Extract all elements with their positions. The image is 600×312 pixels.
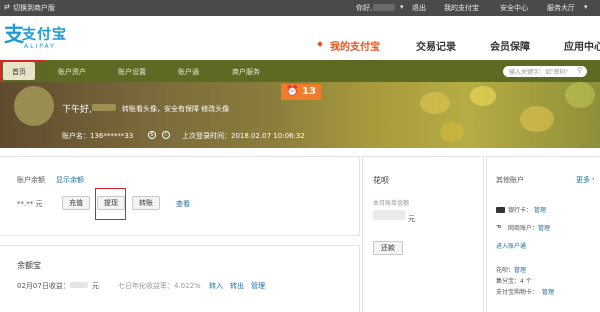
balance-panel bbox=[0, 156, 360, 236]
nav-my-alipay[interactable]: 我的支付宝 bbox=[330, 38, 380, 53]
shield-icon[interactable]: $ bbox=[148, 131, 156, 139]
view-link[interactable]: 查看 bbox=[176, 199, 190, 209]
yuebao-panel bbox=[0, 245, 360, 312]
repay-button[interactable]: 还款 bbox=[373, 241, 403, 255]
logout-link[interactable]: 退出 bbox=[412, 3, 426, 13]
huabei-unit: 元 bbox=[408, 215, 415, 223]
transfer-in-link[interactable]: 转入 bbox=[209, 281, 223, 291]
chevron-right-icon[interactable]: › bbox=[592, 175, 595, 183]
enter-account-link[interactable]: 进入账户通 bbox=[496, 241, 526, 250]
nav-member-protection[interactable]: 会员保障 bbox=[490, 38, 530, 53]
active-indicator-icon bbox=[317, 41, 323, 47]
tab-account-settings[interactable]: 账户设置 bbox=[118, 67, 146, 77]
yuebao-income-unit: 元 bbox=[92, 282, 99, 290]
avatar-tip[interactable]: 转账看头像，安全有保障 修改头像 bbox=[122, 104, 229, 114]
bank-card-icon bbox=[496, 207, 505, 213]
flower-decoration bbox=[440, 122, 464, 142]
search-input[interactable]: 输入关键字：如"密码" bbox=[503, 66, 587, 77]
netbank-icon: ᓀ bbox=[496, 223, 502, 230]
username-blurred bbox=[373, 4, 395, 11]
huabei-label: 花呗： bbox=[496, 267, 515, 274]
logo-text: 支付宝 bbox=[22, 27, 67, 43]
balance-title: 账户余额 bbox=[17, 176, 45, 184]
more-link[interactable]: 更多 bbox=[576, 175, 590, 185]
flower-decoration bbox=[470, 86, 496, 106]
show-balance-link[interactable]: 显示余额 bbox=[56, 175, 84, 185]
dropdown-icon[interactable]: ▾ bbox=[400, 3, 404, 11]
transfer-button[interactable]: 转账 bbox=[132, 196, 160, 210]
greeting-text: 你好, bbox=[356, 4, 373, 12]
alipay-logo-icon: 支 bbox=[4, 22, 24, 46]
huabei-bill-label: 本月账单金额 bbox=[373, 200, 410, 207]
gift-card-label: 支付宝购物卡： bbox=[496, 289, 539, 296]
huabei-manage-link[interactable]: 管理 bbox=[514, 265, 526, 274]
alarm-icon: ⏰ bbox=[286, 86, 299, 97]
nav-transactions[interactable]: 交易记录 bbox=[416, 38, 456, 53]
bill-amount-blurred bbox=[373, 210, 405, 220]
switch-icon: ⇄ bbox=[4, 3, 10, 11]
other-accounts-title: 其他账户 bbox=[496, 176, 524, 184]
yuebao-manage-link[interactable]: 管理 bbox=[251, 281, 265, 291]
transfer-out-link[interactable]: 转出 bbox=[230, 281, 244, 291]
account-name: 账户名：136******33 bbox=[62, 132, 134, 140]
bank-card-manage-link[interactable]: 管理 bbox=[534, 205, 546, 214]
netbank-manage-link[interactable]: 管理 bbox=[538, 223, 550, 232]
top-bar: ⇄ 切换到商户版 你好, ▾ 退出 我的支付宝 安全中心 服务大厅 ▾ bbox=[0, 0, 600, 16]
nav-app-center[interactable]: 应用中心 bbox=[564, 38, 600, 53]
yuebao-rate: 七日年化收益率：4.022% bbox=[118, 282, 201, 290]
security-center-link[interactable]: 安全中心 bbox=[500, 3, 528, 13]
id-icon[interactable]: i bbox=[162, 131, 170, 139]
nickname-blurred bbox=[92, 104, 116, 111]
afternoon-greeting: 下午好, bbox=[62, 105, 92, 115]
income-blurred bbox=[70, 282, 88, 288]
flower-decoration bbox=[565, 82, 595, 108]
last-login-time: 上次登录时间：2018.02.07 10:06:32 bbox=[182, 132, 305, 140]
yuebao-income-label: 02月07日收益： bbox=[17, 282, 70, 290]
tab-account-assets[interactable]: 账户资产 bbox=[58, 67, 86, 77]
highlight-withdraw-box bbox=[95, 188, 126, 220]
recharge-button[interactable]: 充值 bbox=[62, 196, 90, 210]
yuebao-title: 余额宝 bbox=[17, 261, 41, 270]
tab-account-link[interactable]: 账户通 bbox=[178, 67, 199, 77]
huabei-title: 花呗 bbox=[373, 176, 389, 185]
welcome-banner: 下午好, 转账看头像，安全有保障 修改头像 ⏰ 13 账户名：136******… bbox=[0, 82, 600, 148]
bank-card-label: 银行卡： bbox=[508, 207, 533, 214]
flower-decoration bbox=[420, 92, 450, 114]
notification-badge[interactable]: ⏰ 13 bbox=[281, 84, 321, 100]
avatar[interactable] bbox=[14, 86, 54, 126]
flower-decoration bbox=[520, 106, 554, 132]
service-hall-link[interactable]: 服务大厅 bbox=[547, 3, 575, 13]
jifenbao-count: 集分宝：4 个 bbox=[496, 278, 532, 285]
header: 支 支付宝 ALIPAY 我的支付宝 交易记录 会员保障 应用中心 bbox=[0, 16, 600, 60]
switch-merchant-link[interactable]: 切换到商户版 bbox=[13, 3, 55, 13]
tab-merchant-services[interactable]: 商户服务 bbox=[232, 67, 260, 77]
my-alipay-link[interactable]: 我的支付宝 bbox=[444, 3, 479, 13]
notification-count: 13 bbox=[302, 86, 316, 97]
logo-subtext: ALIPAY bbox=[24, 43, 56, 50]
search-icon[interactable]: ⚲ bbox=[577, 66, 582, 74]
balance-amount: **.** 元 bbox=[17, 200, 43, 208]
gift-card-manage-link[interactable]: 管理 bbox=[542, 287, 554, 296]
netbank-label: 网商账户： bbox=[508, 225, 539, 232]
chevron-down-icon[interactable]: ▾ bbox=[584, 3, 588, 11]
